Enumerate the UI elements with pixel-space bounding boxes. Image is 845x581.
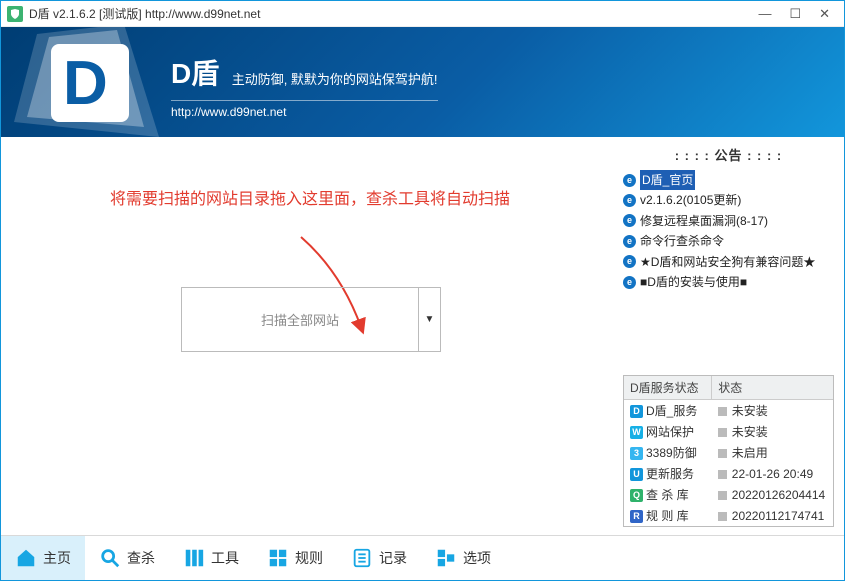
notice-item[interactable]: e ■D盾的安装与使用■ (623, 272, 834, 292)
tab-icon (351, 547, 373, 569)
content-row: 将需要扫描的网站目录拖入这里面，查杀工具将自动扫描 扫描全部网站 ▼ : : :… (1, 137, 844, 535)
tab-label: 主页 (43, 548, 71, 568)
drop-zone-toggle[interactable]: ▼ (418, 288, 440, 351)
status-row: R规 则 库20220112174741 (624, 505, 833, 526)
status-table: D盾服务状态 状态 DD盾_服务未安装W网站保护未安装33389防御未启用U更新… (624, 376, 833, 526)
service-icon: W (630, 426, 643, 439)
tab-主页[interactable]: 主页 (1, 536, 85, 580)
status-service-cell: W网站保护 (624, 421, 712, 442)
status-service-cell: 33389防御 (624, 442, 712, 463)
notice-bullet-icon: e (623, 214, 636, 227)
service-icon: U (630, 468, 643, 481)
tab-icon (15, 547, 37, 569)
tab-icon (267, 547, 289, 569)
status-state-cell: 未启用 (712, 442, 833, 463)
state-dot-icon (718, 470, 727, 479)
tab-icon (183, 547, 205, 569)
product-name: D盾 (171, 52, 219, 92)
notice-item-text: 修复远程桌面漏洞(8-17) (640, 211, 768, 231)
notice-item-text: D盾_官页 (640, 170, 695, 190)
tab-label: 选项 (463, 548, 491, 568)
service-icon: 3 (630, 447, 643, 460)
close-button[interactable]: ✕ (819, 6, 830, 22)
notice-item[interactable]: e ★D盾和网站安全狗有兼容问题★ (623, 252, 834, 272)
notice-bullet-icon: e (623, 194, 636, 207)
state-dot-icon (718, 449, 727, 458)
header-banner: D D盾 主动防御, 默默为你的网站保驾护航! http://www.d99ne… (1, 27, 844, 137)
status-state-cell: 20220112174741 (712, 505, 833, 526)
service-icon: D (630, 405, 643, 418)
state-dot-icon (718, 491, 727, 500)
tab-查杀[interactable]: 查杀 (85, 536, 169, 580)
status-row: Q查 杀 库20220126204414 (624, 484, 833, 505)
status-row: U更新服务22-01-26 20:49 (624, 463, 833, 484)
product-url: http://www.d99net.net (171, 100, 438, 119)
drop-hint: 将需要扫描的网站目录拖入这里面，查杀工具将自动扫描 (21, 185, 599, 209)
state-dot-icon (718, 407, 727, 416)
side-panel: : : : : 公告 : : : : eD盾_官页ev2.1.6.2(0105更… (619, 137, 844, 535)
notice-bullet-icon: e (623, 174, 636, 187)
drop-zone[interactable]: 扫描全部网站 ▼ (181, 287, 441, 352)
tab-选项[interactable]: 选项 (421, 536, 505, 580)
notice-bullet-icon: e (623, 255, 636, 268)
bottom-tabs: 主页 查杀 工具 规则 记录 选项 (1, 535, 844, 580)
status-row: DD盾_服务未安装 (624, 400, 833, 422)
window-title: D盾 v2.1.6.2 [测试版] http://www.d99net.net (29, 5, 758, 22)
status-col-state: 状态 (712, 376, 833, 400)
tab-label: 查杀 (127, 548, 155, 568)
status-state-cell: 20220126204414 (712, 484, 833, 505)
notice-heading: : : : : 公告 : : : : (623, 145, 834, 164)
tab-记录[interactable]: 记录 (337, 536, 421, 580)
window-controls: — ☐ ✕ (758, 6, 838, 22)
header-text: D盾 主动防御, 默默为你的网站保驾护航! http://www.d99net.… (171, 52, 438, 119)
state-dot-icon (718, 512, 727, 521)
notice-bullet-icon: e (623, 235, 636, 248)
maximize-button[interactable]: ☐ (789, 6, 801, 22)
main-area: 将需要扫描的网站目录拖入这里面，查杀工具将自动扫描 扫描全部网站 ▼ (1, 137, 619, 535)
notice-item-text: v2.1.6.2(0105更新) (640, 190, 741, 210)
status-service-cell: R规 则 库 (624, 505, 712, 526)
status-box: D盾服务状态 状态 DD盾_服务未安装W网站保护未安装33389防御未启用U更新… (623, 375, 834, 527)
tab-label: 记录 (379, 548, 407, 568)
notice-bullet-icon: e (623, 276, 636, 289)
tab-icon (99, 547, 121, 569)
notice-item[interactable]: e 修复远程桌面漏洞(8-17) (623, 211, 834, 231)
tab-label: 工具 (211, 548, 239, 568)
notice-item[interactable]: e D盾_官页 (623, 170, 834, 190)
service-icon: Q (630, 489, 643, 502)
status-service-cell: U更新服务 (624, 463, 712, 484)
tab-规则[interactable]: 规则 (253, 536, 337, 580)
status-col-service: D盾服务状态 (624, 376, 712, 400)
svg-text:D: D (63, 49, 108, 118)
status-state-cell: 未安装 (712, 421, 833, 442)
status-row: 33389防御未启用 (624, 442, 833, 463)
minimize-button[interactable]: — (758, 6, 771, 22)
tab-icon (435, 547, 457, 569)
app-icon (7, 6, 23, 22)
tab-label: 规则 (295, 548, 323, 568)
status-service-cell: DD盾_服务 (624, 400, 712, 422)
notice-list: eD盾_官页ev2.1.6.2(0105更新)e修复远程桌面漏洞(8-17)e命… (623, 170, 834, 292)
logo: D (9, 27, 159, 137)
status-state-cell: 未安装 (712, 400, 833, 422)
status-row: W网站保护未安装 (624, 421, 833, 442)
notice-item-text: 命令行查杀命令 (640, 231, 724, 251)
product-slogan: 主动防御, 默默为你的网站保驾护航! (232, 69, 438, 92)
notice-item-text: ★D盾和网站安全狗有兼容问题★ (640, 252, 815, 272)
notice-item-text: ■D盾的安装与使用■ (640, 272, 747, 292)
notice-item[interactable]: e v2.1.6.2(0105更新) (623, 190, 834, 210)
service-icon: R (630, 510, 643, 523)
status-state-cell: 22-01-26 20:49 (712, 463, 833, 484)
tab-工具[interactable]: 工具 (169, 536, 253, 580)
state-dot-icon (718, 428, 727, 437)
status-service-cell: Q查 杀 库 (624, 484, 712, 505)
drop-zone-label: 扫描全部网站 (182, 310, 418, 329)
app-window: D盾 v2.1.6.2 [测试版] http://www.d99net.net … (0, 0, 845, 581)
notice-item[interactable]: e 命令行查杀命令 (623, 231, 834, 251)
